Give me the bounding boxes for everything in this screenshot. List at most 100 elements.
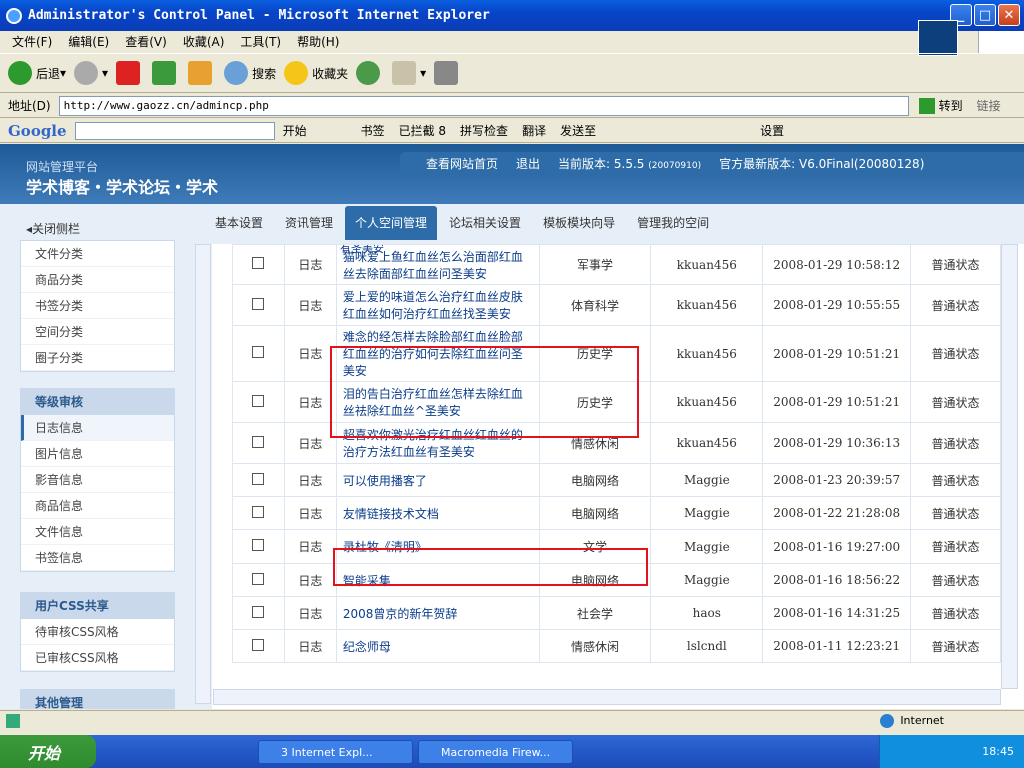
- taskbar-item-ie[interactable]: 3 Internet Expl...: [258, 740, 413, 764]
- popup-blocked-label[interactable]: 已拦截 8: [399, 122, 446, 139]
- tab-basic[interactable]: 基本设置: [205, 206, 274, 240]
- spellcheck-button[interactable]: 拼写检查: [460, 122, 508, 139]
- sidebar-item-goods-cat[interactable]: 商品分类: [21, 267, 174, 293]
- sidebar-item-file-cat[interactable]: 文件分类: [21, 241, 174, 267]
- back-button[interactable]: 后退 ▾: [8, 61, 66, 85]
- row-checkbox[interactable]: [252, 257, 265, 269]
- row-checkbox[interactable]: [252, 605, 265, 618]
- collapse-sidebar-button[interactable]: ◂关闭侧栏: [26, 220, 80, 237]
- sidebar-item-goods[interactable]: 商品信息: [21, 493, 174, 519]
- main-vertical-scrollbar[interactable]: [1001, 244, 1018, 689]
- row-time: 2008-01-23 20:39:57: [762, 463, 912, 497]
- nav-tabs: 基本设置 资讯管理 个人空间管理 论坛相关设置 模板模块向导 管理我的空间: [205, 206, 720, 240]
- close-button[interactable]: ✕: [998, 4, 1020, 26]
- sidebar-item-space-cat[interactable]: 空间分类: [21, 319, 174, 345]
- row-checkbox[interactable]: [252, 394, 265, 407]
- sendto-button[interactable]: 发送至: [560, 122, 596, 139]
- tab-template[interactable]: 模板模块向导: [533, 206, 626, 240]
- row-author-link[interactable]: lslcndl: [687, 639, 727, 653]
- row-title-link[interactable]: 纪念师母: [343, 640, 391, 654]
- sidebar-scrollbar[interactable]: [195, 244, 211, 704]
- maximize-button[interactable]: □: [974, 4, 996, 26]
- globe-icon: [880, 713, 895, 728]
- go-button[interactable]: 转到: [918, 97, 963, 114]
- view-home-link[interactable]: 查看网站首页: [426, 155, 498, 172]
- menu-edit[interactable]: 编辑(E): [68, 33, 109, 50]
- bookmarks-button[interactable]: 书签: [361, 122, 385, 139]
- print-button[interactable]: [434, 61, 462, 85]
- tab-news[interactable]: 资讯管理: [275, 206, 344, 240]
- sidebar-item-blog[interactable]: 日志信息: [21, 415, 174, 441]
- ie-toolbar: 后退 ▾ ▾ 搜索 收藏夹 ▾: [0, 53, 1024, 93]
- menu-tools[interactable]: 工具(T): [240, 33, 281, 50]
- menubar: 文件(F) 编辑(E) 查看(V) 收藏(A) 工具(T) 帮助(H): [0, 31, 1024, 51]
- row-checkbox[interactable]: [252, 539, 265, 551]
- sidebar-item-bookmark-cat[interactable]: 书签分类: [21, 293, 174, 319]
- row-type: 日志: [283, 529, 337, 564]
- row-title-link[interactable]: 友情链接技术文档: [343, 507, 439, 521]
- sidebar-item-circle-cat[interactable]: 圈子分类: [21, 345, 174, 371]
- row-checkbox[interactable]: [252, 572, 265, 585]
- address-input[interactable]: http://www.gaozz.cn/admincp.php: [58, 95, 909, 116]
- tab-myspace[interactable]: 管理我的空间: [627, 206, 720, 240]
- stop-button[interactable]: [116, 61, 144, 85]
- sidebar-item-bookmark[interactable]: 书签信息: [21, 545, 174, 571]
- row-author-link[interactable]: kkuan456: [677, 258, 737, 272]
- row-checkbox[interactable]: [252, 297, 265, 310]
- tab-forum[interactable]: 论坛相关设置: [439, 206, 532, 240]
- row-author-link[interactable]: kkuan456: [677, 298, 737, 312]
- row-checkbox[interactable]: [252, 638, 265, 651]
- window-titlebar[interactable]: Administrator's Control Panel - Microsof…: [0, 0, 1024, 31]
- menu-help[interactable]: 帮助(H): [297, 33, 339, 50]
- refresh-button[interactable]: [152, 61, 180, 85]
- row-title-link[interactable]: 猫咪爱上鱼红血丝怎么治面部红血丝去除面部红血丝问圣美安: [343, 250, 523, 281]
- row-type: 日志: [283, 381, 337, 423]
- menu-favorites[interactable]: 收藏(A): [183, 33, 225, 50]
- sidebar-css-block: 用户CSS共享 待审核CSS风格 已审核CSS风格: [20, 592, 175, 672]
- links-label[interactable]: 链接: [977, 97, 1001, 114]
- row-author-link[interactable]: Maggie: [684, 573, 730, 587]
- status-bar: Internet: [0, 710, 1024, 730]
- row-status: 普通状态: [910, 596, 1001, 630]
- logout-link[interactable]: 退出: [516, 155, 540, 172]
- row-checkbox[interactable]: [252, 435, 265, 448]
- row-checkbox[interactable]: [252, 505, 265, 518]
- menu-file[interactable]: 文件(F): [12, 33, 52, 50]
- sidebar-item-css-approved[interactable]: 已审核CSS风格: [21, 645, 174, 671]
- row-author-link[interactable]: Maggie: [684, 506, 730, 520]
- row-title-link[interactable]: 2008曾京的新年贺辞: [343, 607, 458, 621]
- row-author-link[interactable]: haos: [693, 606, 721, 620]
- main-horizontal-scrollbar[interactable]: [213, 689, 1001, 705]
- sidebar-item-css-pending[interactable]: 待审核CSS风格: [21, 619, 174, 645]
- row-checkbox[interactable]: [252, 472, 265, 485]
- mail-button[interactable]: ▾: [392, 61, 426, 85]
- row-status: 普通状态: [910, 325, 1001, 382]
- row-author-link[interactable]: kkuan456: [677, 436, 737, 450]
- row-author-link[interactable]: kkuan456: [677, 347, 737, 361]
- search-button[interactable]: 搜索: [224, 61, 276, 85]
- sidebar-review-title: 等级审核: [21, 389, 174, 415]
- favorites-button[interactable]: 收藏夹: [284, 61, 348, 85]
- settings-button[interactable]: 设置: [760, 122, 784, 139]
- taskbar-item-fireworks[interactable]: Macromedia Firew...: [418, 740, 573, 764]
- row-checkbox[interactable]: [252, 346, 265, 358]
- sidebar-item-file[interactable]: 文件信息: [21, 519, 174, 545]
- row-title-link[interactable]: 可以使用播客了: [343, 474, 427, 488]
- google-search-input[interactable]: [74, 121, 275, 140]
- row-author-link[interactable]: Maggie: [684, 540, 730, 554]
- translate-button[interactable]: 翻译: [522, 122, 546, 139]
- row-status: 普通状态: [910, 496, 1001, 530]
- row-title-link[interactable]: 爱上爱的味道怎么治疗红血丝皮肤红血丝如何治疗红血丝找圣美安: [343, 290, 523, 321]
- row-author-link[interactable]: kkuan456: [677, 395, 737, 409]
- google-start-button[interactable]: 开始: [283, 122, 307, 139]
- row-type: 日志: [283, 244, 337, 285]
- tab-space[interactable]: 个人空间管理: [345, 206, 438, 240]
- row-author-link[interactable]: Maggie: [684, 473, 730, 487]
- menu-view[interactable]: 查看(V): [125, 33, 167, 50]
- home-button[interactable]: [188, 61, 216, 85]
- start-button[interactable]: 开始: [0, 735, 96, 768]
- sidebar-item-video[interactable]: 影音信息: [21, 467, 174, 493]
- forward-button[interactable]: ▾: [74, 61, 108, 85]
- sidebar-item-image[interactable]: 图片信息: [21, 441, 174, 467]
- history-button[interactable]: [356, 61, 384, 85]
